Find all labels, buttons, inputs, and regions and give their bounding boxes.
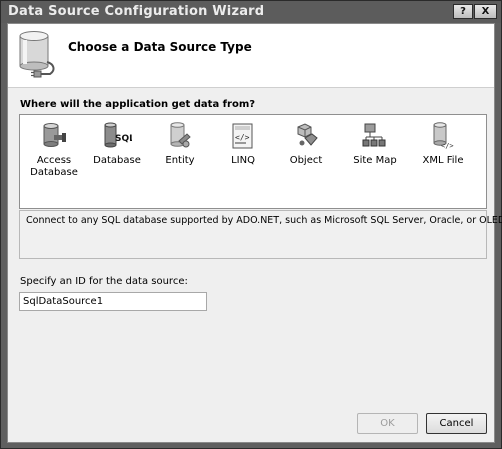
ok-button[interactable]: OK [357, 413, 418, 434]
source-label: Access Database [30, 155, 78, 178]
source-item-site-map[interactable]: Site Map [345, 119, 405, 167]
page-title: Choose a Data Source Type [68, 40, 252, 54]
data-source-id-input[interactable] [19, 292, 207, 311]
source-label: LINQ [231, 155, 255, 166]
wizard-header: Choose a Data Source Type [8, 24, 494, 88]
source-label: Object [289, 155, 323, 166]
source-item-access-database[interactable]: Access Database [24, 119, 84, 179]
source-item-linq[interactable]: </> LINQ [213, 119, 273, 167]
id-field-label: Specify an ID for the data source: [20, 276, 188, 287]
window-title: Data Source Configuration Wizard [8, 4, 265, 19]
dialog-client-area: Choose a Data Source Type Where will the… [7, 23, 502, 443]
source-label: Entity [165, 155, 195, 166]
question-label: Where will the application get data from… [20, 99, 256, 110]
source-item-object[interactable]: Object [276, 119, 336, 167]
entity-icon [170, 122, 191, 148]
database-plug-icon [19, 31, 55, 78]
title-bar[interactable]: Data Source Configuration Wizard ? X [1, 1, 501, 23]
source-item-xml-file[interactable]: </> XML File [413, 119, 473, 167]
wizard-window: Data Source Configuration Wizard ? X Cho… [0, 0, 502, 449]
cancel-button[interactable]: Cancel [426, 413, 487, 434]
source-label: Site Map [353, 155, 397, 166]
linq-icon: </> [232, 123, 253, 149]
access-database-icon [43, 123, 66, 147]
svg-text:SQL: SQL [115, 134, 132, 144]
site-map-icon [362, 123, 386, 147]
description-text: Connect to any SQL database supported by… [26, 215, 502, 226]
source-item-entity[interactable]: Entity [150, 119, 210, 167]
data-source-type-list[interactable]: Access Database SQL Database [19, 114, 487, 209]
help-button[interactable]: ? [453, 4, 473, 19]
svg-text:</>: </> [235, 133, 250, 142]
source-label: XML File [422, 155, 464, 166]
svg-text:</>: </> [441, 142, 454, 150]
object-icon [297, 123, 318, 146]
xml-file-icon: </> [433, 122, 454, 150]
description-panel: Connect to any SQL database supported by… [19, 210, 502, 259]
close-button[interactable]: X [474, 4, 497, 19]
source-label: Database [93, 155, 141, 166]
sql-database-icon: SQL [104, 122, 132, 148]
source-item-database[interactable]: SQL Database [87, 119, 147, 167]
